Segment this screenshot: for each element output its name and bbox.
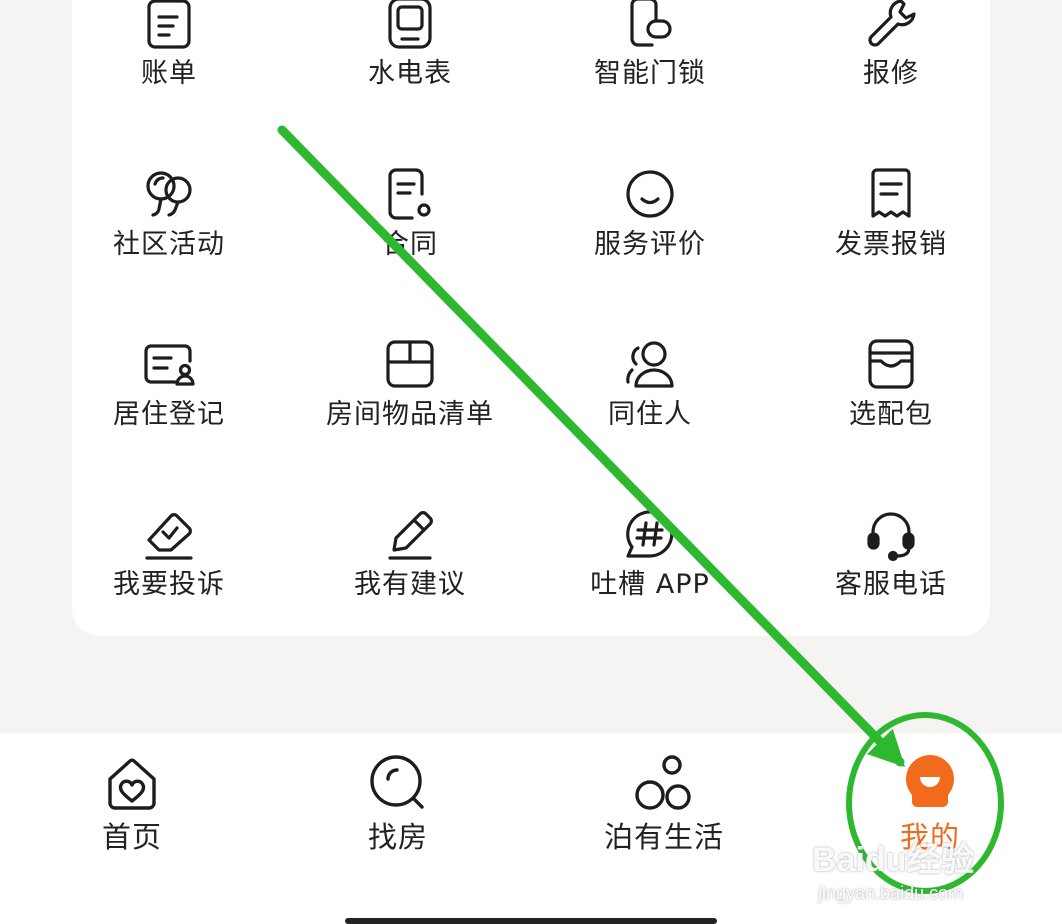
service-label: 智能门锁 — [594, 58, 706, 89]
tab-label: 找房 — [367, 820, 428, 854]
service-invoice[interactable]: 发票报销 — [771, 166, 1011, 286]
hashtag-chat-icon — [626, 510, 674, 558]
receipt-icon — [871, 168, 911, 218]
tab-bar: 首页 找房 泊有生活 我的 — [0, 733, 1062, 924]
contract-icon — [388, 168, 431, 220]
pencil-icon — [388, 511, 433, 560]
service-label: 账单 — [141, 58, 197, 89]
service-rating[interactable]: 服务评价 — [530, 166, 770, 286]
service-label: 发票报销 — [835, 229, 947, 260]
service-inventory[interactable]: 房间物品清单 — [290, 336, 530, 456]
service-label: 报修 — [863, 58, 919, 89]
service-label: 社区活动 — [113, 229, 225, 260]
service-label: 我要投诉 — [113, 569, 225, 600]
service-repair[interactable]: 报修 — [771, 0, 1011, 115]
search-icon — [370, 755, 424, 809]
service-label: 房间物品清单 — [326, 399, 494, 430]
service-feedback[interactable]: 吐槽 APP — [530, 506, 770, 626]
tab-label: 首页 — [101, 820, 162, 854]
home-indicator — [345, 918, 717, 924]
eraser-icon — [145, 513, 193, 560]
smart-lock-icon — [630, 0, 672, 47]
service-label: 吐槽 APP — [590, 569, 710, 600]
service-label: 同住人 — [608, 399, 692, 430]
tab-home[interactable]: 首页 — [12, 751, 252, 871]
service-suggestion[interactable]: 我有建议 — [290, 506, 530, 626]
bubbles-icon — [635, 755, 691, 810]
service-label: 居住登记 — [113, 399, 225, 430]
tab-mine[interactable]: 我的 — [810, 751, 1050, 871]
service-community[interactable]: 社区活动 — [49, 166, 289, 286]
service-hotline[interactable]: 客服电话 — [771, 506, 1011, 626]
home-heart-icon — [108, 758, 156, 810]
service-bill[interactable]: 账单 — [49, 0, 289, 115]
service-label: 客服电话 — [835, 569, 947, 600]
service-contract[interactable]: 合同 — [290, 166, 530, 286]
id-card-icon — [144, 344, 195, 386]
service-roommates[interactable]: 同住人 — [530, 336, 770, 456]
package-icon — [868, 339, 914, 389]
service-label: 我有建议 — [354, 569, 466, 600]
tab-find-room[interactable]: 找房 — [278, 751, 518, 871]
tab-life[interactable]: 泊有生活 — [544, 751, 784, 871]
wrench-icon — [868, 0, 916, 47]
tab-label: 泊有生活 — [603, 820, 724, 854]
service-label: 服务评价 — [594, 229, 706, 260]
service-label: 水电表 — [368, 58, 452, 89]
service-label: 选配包 — [849, 399, 933, 430]
profile-icon — [906, 755, 954, 807]
headset-icon — [867, 512, 915, 562]
roommates-icon — [626, 341, 674, 388]
service-package[interactable]: 选配包 — [771, 336, 1011, 456]
service-label: 合同 — [382, 229, 438, 260]
tab-label: 我的 — [899, 820, 960, 854]
balloons-icon — [146, 171, 192, 217]
service-complaint[interactable]: 我要投诉 — [49, 506, 289, 626]
services-grid: 账单 水电表 智能门锁 报修 社区活动 合同 服务评价 发票报销 居住登记 房间… — [0, 0, 1062, 640]
box-icon — [386, 340, 434, 388]
bill-icon — [147, 0, 191, 49]
service-registration[interactable]: 居住登记 — [49, 336, 289, 456]
service-smart-lock[interactable]: 智能门锁 — [530, 0, 770, 115]
service-meter[interactable]: 水电表 — [290, 0, 530, 115]
smiley-icon — [626, 170, 674, 218]
meter-icon — [388, 0, 432, 49]
